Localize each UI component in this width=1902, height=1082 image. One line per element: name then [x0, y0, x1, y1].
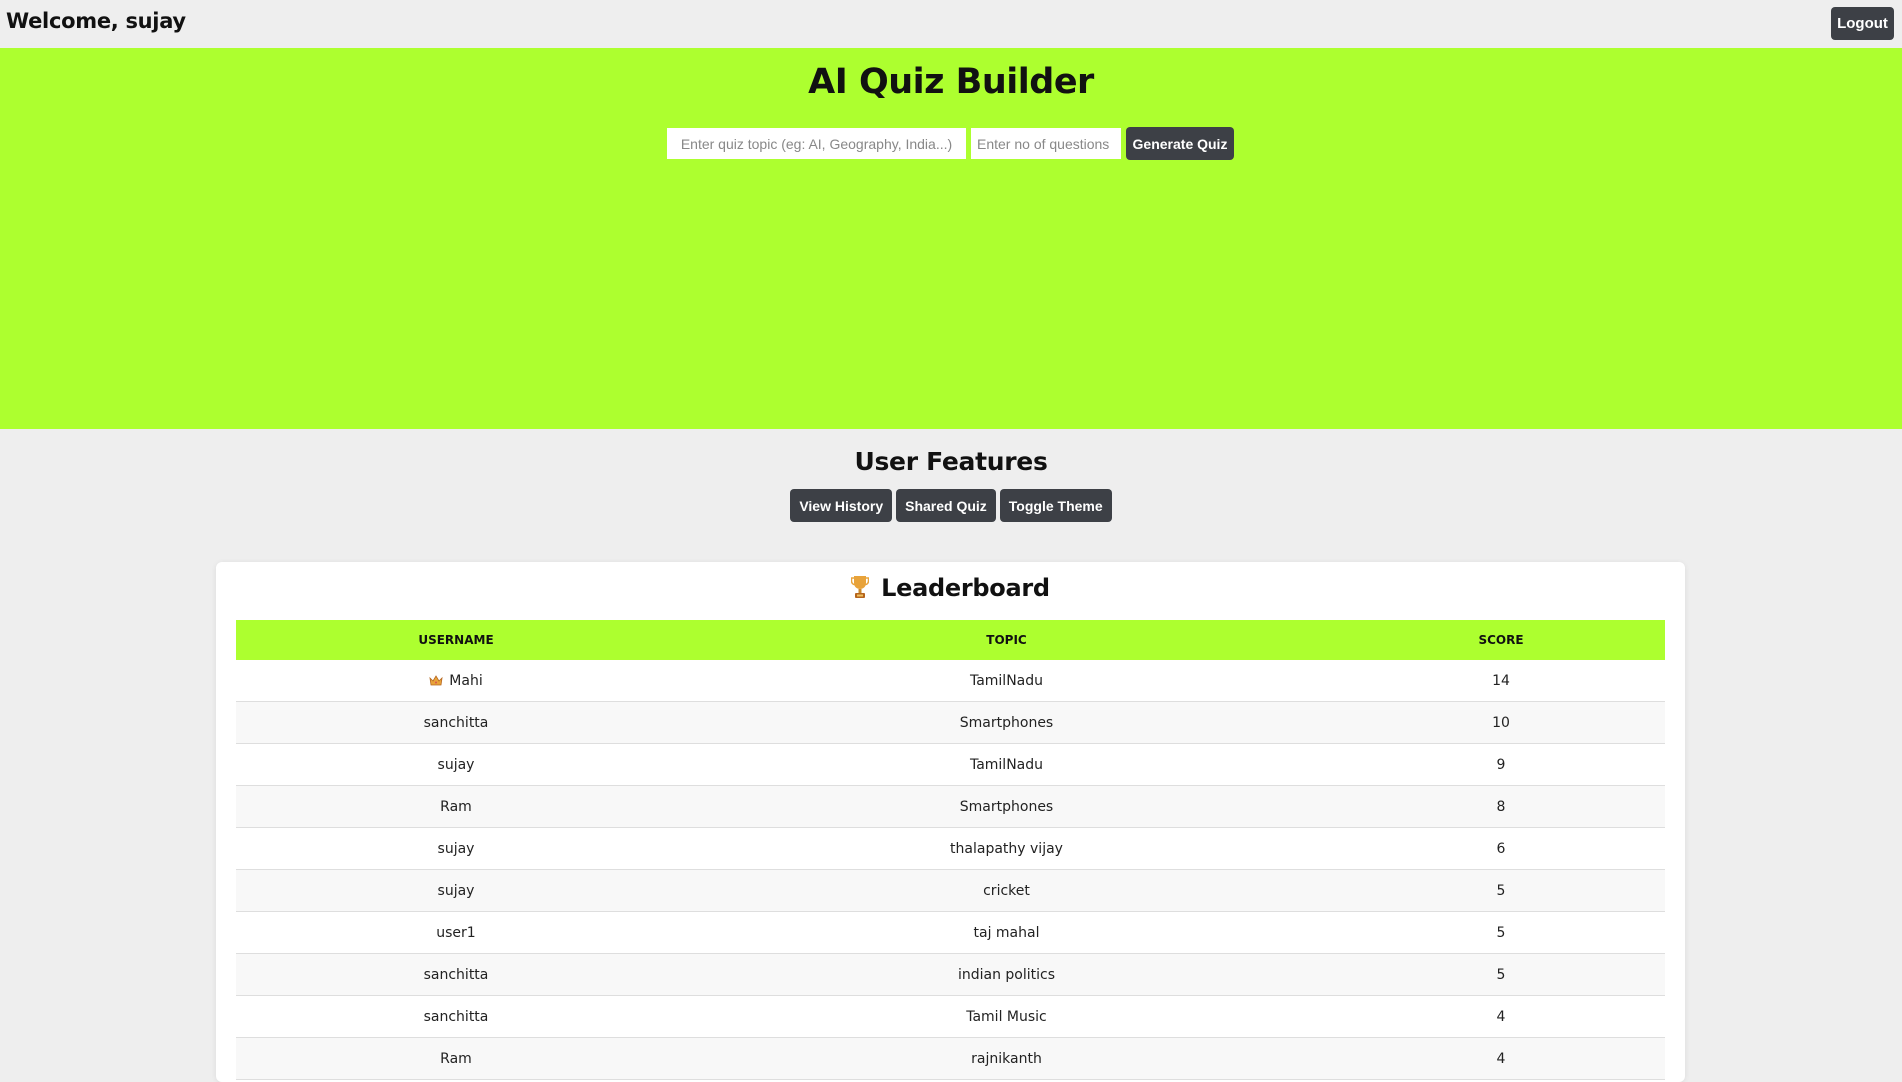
topic-cell: rajnikanth	[676, 1037, 1337, 1080]
question-count-input[interactable]	[971, 128, 1121, 159]
top-bar: Welcome, sujay Logout	[0, 0, 1902, 48]
score-cell: 6	[1337, 827, 1665, 870]
leaderboard-card: Leaderboard USERNAME TOPIC SCORE Mahi Ta…	[216, 562, 1685, 1082]
username-cell: Ram	[236, 1037, 676, 1080]
table-row: Mahi TamilNadu 14	[236, 660, 1665, 702]
score-cell: 8	[1337, 785, 1665, 828]
username-cell: sanchitta	[236, 995, 676, 1038]
shared-quiz-button[interactable]: Shared Quiz	[896, 489, 996, 522]
score-cell: 4	[1337, 1037, 1665, 1080]
quiz-builder-hero: AI Quiz Builder Generate Quiz	[0, 48, 1902, 429]
leaderboard-table: USERNAME TOPIC SCORE Mahi TamilNadu 14 s…	[236, 620, 1665, 1080]
toggle-theme-button[interactable]: Toggle Theme	[999, 489, 1112, 522]
topic-cell: Tamil Music	[676, 995, 1337, 1038]
score-cell: 9	[1337, 743, 1665, 786]
username-cell: sanchitta	[236, 701, 676, 744]
logout-button[interactable]: Logout	[1831, 7, 1894, 40]
table-row: Ram rajnikanth 4	[236, 1037, 1665, 1080]
score-cell: 4	[1337, 995, 1665, 1038]
score-cell: 5	[1337, 869, 1665, 912]
table-row: sujay cricket 5	[236, 869, 1665, 912]
score-cell: 14	[1337, 660, 1665, 702]
score-cell: 5	[1337, 911, 1665, 954]
table-row: Ram Smartphones 8	[236, 785, 1665, 828]
topic-cell: cricket	[676, 869, 1337, 912]
table-row: sanchitta Tamil Music 4	[236, 995, 1665, 1038]
table-row: sujay TamilNadu 9	[236, 743, 1665, 786]
crown-icon	[429, 674, 443, 685]
topic-cell: TamilNadu	[676, 660, 1337, 702]
username-cell: user1	[236, 911, 676, 954]
table-row: sanchitta indian politics 5	[236, 953, 1665, 996]
table-header-row: USERNAME TOPIC SCORE	[236, 620, 1665, 660]
username-cell: sujay	[236, 743, 676, 786]
topic-cell: thalapathy vijay	[676, 827, 1337, 870]
column-header-username: USERNAME	[236, 620, 676, 660]
topic-cell: TamilNadu	[676, 743, 1337, 786]
table-row: sujay thalapathy vijay 6	[236, 827, 1665, 870]
topic-cell: Smartphones	[676, 701, 1337, 744]
page-title: AI Quiz Builder	[808, 62, 1094, 102]
view-history-button[interactable]: View History	[790, 489, 893, 522]
trophy-icon	[850, 575, 870, 599]
username-cell: Mahi	[236, 660, 676, 702]
column-header-topic: TOPIC	[676, 620, 1337, 660]
table-row: sanchitta Smartphones 10	[236, 701, 1665, 744]
column-header-score: SCORE	[1337, 620, 1665, 660]
quiz-topic-input[interactable]	[667, 128, 966, 159]
topic-cell: taj mahal	[676, 911, 1337, 954]
username-cell: sanchitta	[236, 953, 676, 996]
topic-cell: Smartphones	[676, 785, 1337, 828]
score-cell: 10	[1337, 701, 1665, 744]
score-cell: 5	[1337, 953, 1665, 996]
welcome-text: Welcome, sujay	[6, 9, 186, 33]
username-cell: sujay	[236, 827, 676, 870]
username-cell: sujay	[236, 869, 676, 912]
topic-cell: indian politics	[676, 953, 1337, 996]
leaderboard-heading: Leaderboard	[216, 574, 1685, 602]
table-row: user1 taj mahal 5	[236, 911, 1665, 954]
user-features-heading: User Features	[854, 447, 1048, 476]
user-features-toolbar: View History Shared Quiz Toggle Theme	[0, 489, 1902, 522]
leaderboard-title: Leaderboard	[881, 574, 1050, 602]
username-cell: Ram	[236, 785, 676, 828]
generate-quiz-button[interactable]: Generate Quiz	[1126, 127, 1234, 160]
username-text: Mahi	[449, 672, 483, 689]
